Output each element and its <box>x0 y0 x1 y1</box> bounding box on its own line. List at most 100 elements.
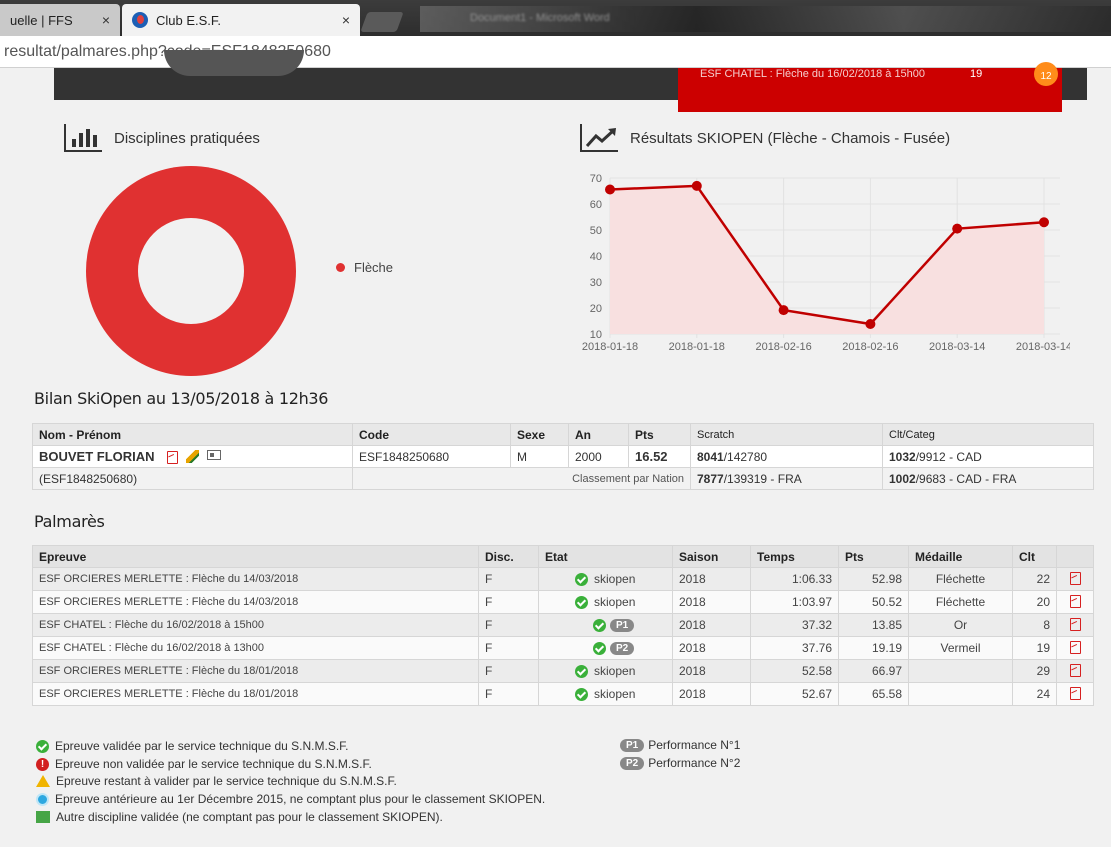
check-circle-icon <box>593 641 606 655</box>
data-point <box>605 184 615 195</box>
nation-total: /139319 - FRA <box>723 471 802 486</box>
code-cell: ESF1848250680 <box>352 445 511 468</box>
legend-text: Performance N°2 <box>648 756 741 770</box>
col-header: Pts <box>838 545 909 568</box>
check-circle-icon <box>593 618 606 632</box>
col-header: Nom - Prénom <box>32 423 353 446</box>
legend-text: Epreuve antérieure au 1er Décembre 2015,… <box>55 792 546 806</box>
temps-cell: 37.76 <box>750 636 839 660</box>
clt-cell: 29 <box>1012 659 1057 683</box>
col-header: Clt/Categ <box>882 423 1094 446</box>
results-title: Résultats SKIOPEN (Flèche - Chamois - Fu… <box>630 129 951 147</box>
pdf-cell[interactable] <box>1056 613 1094 637</box>
area-fill <box>610 185 1044 334</box>
check-circle-icon <box>36 739 49 753</box>
categ-total: /9912 - CAD <box>915 449 982 464</box>
col-header: Temps <box>750 545 839 568</box>
info-circle-icon <box>36 792 49 806</box>
saison-cell: 2018 <box>672 567 751 591</box>
tab-title: uelle | FFS <box>10 12 73 28</box>
disc-cell: F <box>478 682 539 706</box>
pts-cell: 65.58 <box>838 682 909 706</box>
year-cell: 2000 <box>568 445 629 468</box>
pdf-icon[interactable] <box>1069 617 1081 631</box>
table-header-row: Nom - Prénom Code Sexe An Pts Scratch Cl… <box>32 423 1094 446</box>
pts-cell: 19.19 <box>838 636 909 660</box>
pdf-cell[interactable] <box>1056 567 1094 591</box>
tab-club-esf[interactable]: Club E.S.F. × <box>122 4 360 36</box>
saison-cell: 2018 <box>672 659 751 683</box>
check-circle-icon <box>575 687 588 701</box>
error-circle-icon: ! <box>36 757 49 771</box>
disciplines-title: Disciplines pratiquées <box>114 129 260 147</box>
new-tab-button[interactable] <box>360 12 404 32</box>
pdf-cell[interactable] <box>1056 636 1094 660</box>
pdf-icon[interactable] <box>1069 663 1081 677</box>
notification-panel[interactable]: ESF CHATEL : Flèche du 16/02/2018 à 15h0… <box>678 62 1062 112</box>
legend-text: Performance N°1 <box>648 738 741 752</box>
check-circle-icon <box>575 595 588 609</box>
scratch-cell: 8041/142780 <box>690 445 883 468</box>
col-header: Médaille <box>908 545 1013 568</box>
legend-p1: P1 Performance N°1 <box>620 738 740 752</box>
table-row: ESF ORCIERES MERLETTE : Flèche du 14/03/… <box>32 567 1094 591</box>
temps-cell: 1:03.97 <box>750 590 839 614</box>
etat-label: skiopen <box>594 595 636 609</box>
saison-cell: 2018 <box>672 682 751 706</box>
athlete-cell: BOUVET FLORIAN <box>32 445 353 468</box>
pdf-icon[interactable] <box>1069 640 1081 654</box>
nation-rank: 7877 <box>697 471 724 486</box>
disc-cell: F <box>478 567 539 591</box>
col-header: Disc. <box>478 545 539 568</box>
data-point <box>952 223 963 234</box>
saison-cell: 2018 <box>672 613 751 637</box>
clt-cell: 20 <box>1012 590 1057 614</box>
etat-cell: skiopen <box>538 567 673 591</box>
y-tick-label: 20 <box>590 303 602 315</box>
etat-cell: P2 <box>538 636 673 660</box>
results-line-chart: 10 20 30 40 50 60 70 2018-01-18 2018-01-18 2018-0… <box>582 173 1070 353</box>
pdf-icon[interactable] <box>1069 571 1081 585</box>
legend-dot <box>336 263 345 272</box>
medaille-cell: Fléchette <box>908 590 1013 614</box>
data-point <box>691 180 702 191</box>
y-tick-label: 70 <box>590 173 602 185</box>
pts-cell: 52.98 <box>838 567 909 591</box>
col-header: Clt <box>1012 545 1057 568</box>
sexe-cell: M <box>510 445 569 468</box>
legend-pending: Epreuve restant à valider par le service… <box>36 774 397 788</box>
legend-text: Epreuve non validée par le service techn… <box>55 757 372 771</box>
pdf-cell[interactable] <box>1056 659 1094 683</box>
green-square-icon <box>36 811 50 823</box>
pdf-icon[interactable] <box>166 450 179 465</box>
pdf-icon[interactable] <box>1069 594 1081 608</box>
clt-cell: 24 <box>1012 682 1057 706</box>
legend-text: Epreuve restant à valider par le service… <box>56 774 397 788</box>
data-point <box>1039 217 1049 228</box>
epreuve-cell: ESF CHATEL : Flèche du 16/02/2018 à 13h0… <box>32 636 479 660</box>
performance-badge: P1 <box>610 618 635 632</box>
notification-text: ESF CHATEL : Flèche du 16/02/2018 à 15h0… <box>700 68 926 80</box>
pdf-cell[interactable] <box>1056 682 1094 706</box>
disc-cell: F <box>478 613 539 637</box>
athlete-name: BOUVET FLORIAN <box>39 448 155 464</box>
col-header: An <box>568 423 629 446</box>
table-row: (ESF1848250680) Classement par Nation 78… <box>32 467 1094 490</box>
id-card-icon[interactable] <box>207 450 222 461</box>
edit-pencil-icon[interactable] <box>186 450 200 464</box>
temps-cell: 1:06.33 <box>750 567 839 591</box>
etat-label: skiopen <box>594 664 636 678</box>
legend-text: Epreuve validée par le service technique… <box>55 739 349 753</box>
disc-cell: F <box>478 659 539 683</box>
epreuve-cell: ESF ORCIERES MERLETTE : Flèche du 18/01/… <box>32 659 479 683</box>
temps-cell: 37.32 <box>750 613 839 637</box>
close-icon[interactable]: × <box>102 12 110 28</box>
clt-cell: 19 <box>1012 636 1057 660</box>
pdf-icon[interactable] <box>1069 686 1081 700</box>
table-row: ESF ORCIERES MERLETTE : Flèche du 18/01/… <box>32 682 1094 706</box>
pdf-cell[interactable] <box>1056 590 1094 614</box>
tab-ffs[interactable]: uelle | FFS × <box>0 4 120 36</box>
disc-cell: F <box>478 636 539 660</box>
close-icon[interactable]: × <box>342 12 350 28</box>
esf-logo-icon <box>132 12 148 28</box>
